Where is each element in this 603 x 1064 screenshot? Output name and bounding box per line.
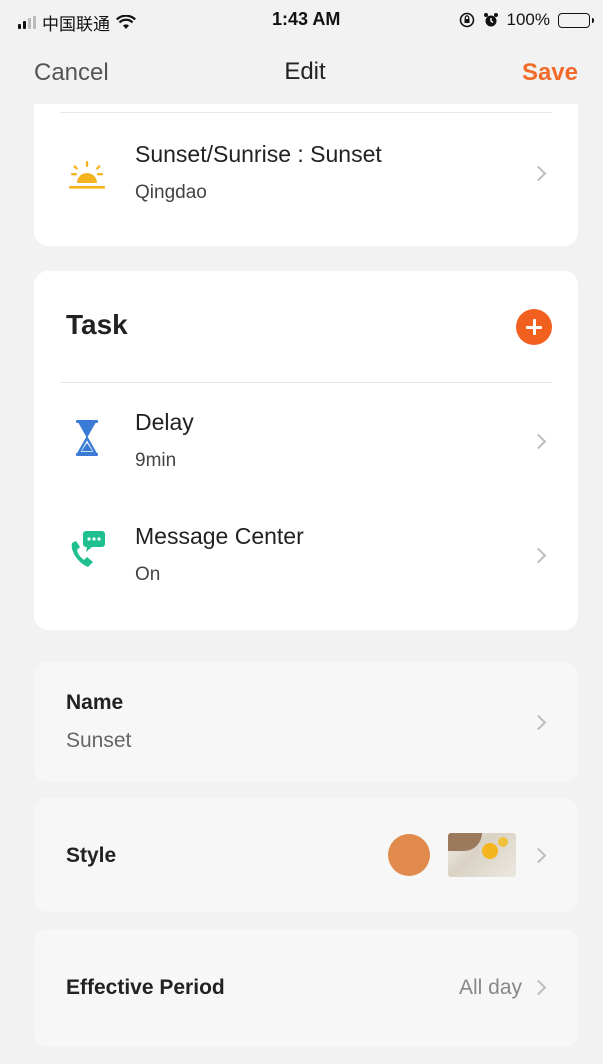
style-color-swatch[interactable] [388, 834, 430, 876]
wifi-icon [116, 15, 136, 29]
battery-percent: 100% [506, 10, 550, 29]
chevron-right-icon [530, 979, 547, 996]
style-card[interactable]: Style [34, 798, 578, 912]
effective-period-label: Effective Period [66, 976, 225, 999]
effective-period-card[interactable]: Effective Period All day [34, 929, 578, 1047]
page-title: Edit [284, 58, 326, 85]
edit-scene-screen: 中国联通 1:43 AM 100% Cancel Edit Save Sunse… [10, 0, 600, 1064]
battery-icon [558, 12, 594, 28]
task-item-delay[interactable]: Delay 9min [34, 389, 578, 501]
chevron-right-icon [530, 847, 547, 864]
hourglass-icon [76, 420, 98, 456]
signal-icon [18, 15, 36, 29]
task-divider [60, 382, 552, 383]
effective-period-value: All day [458, 976, 522, 999]
task-section-title: Task [66, 309, 128, 340]
carrier-name: 中国联通 [42, 15, 110, 34]
alarm-icon [483, 13, 498, 27]
name-label: Name [66, 691, 124, 714]
add-task-button[interactable] [516, 309, 552, 345]
task-item-title: Message Center [135, 523, 304, 549]
style-background-thumbnail[interactable] [448, 833, 516, 877]
status-time: 1:43 AM [272, 9, 341, 29]
sunset-icon [69, 161, 105, 189]
chevron-right-icon [530, 714, 547, 731]
task-item-subtitle: On [135, 564, 161, 585]
task-item-subtitle: 9min [135, 450, 177, 471]
chevron-right-icon [530, 433, 547, 450]
navigation-bar: Cancel Edit Save [10, 44, 600, 104]
condition-title: Sunset/Sunrise : Sunset [135, 141, 382, 167]
status-right: 100% [459, 10, 594, 30]
save-button[interactable]: Save [522, 59, 578, 87]
name-value: Sunset [66, 729, 132, 752]
style-label: Style [66, 844, 117, 867]
rotation-lock-icon [459, 12, 474, 28]
name-card[interactable]: Name Sunset [34, 662, 578, 782]
condition-subtitle: Qingdao [135, 182, 207, 203]
message-center-icon [71, 531, 105, 567]
task-item-message-center[interactable]: Message Center On [34, 503, 578, 615]
chevron-right-icon [530, 547, 547, 564]
status-bar: 中国联通 1:43 AM 100% [10, 0, 600, 44]
status-left: 中国联通 [18, 10, 136, 35]
chevron-right-icon [530, 165, 547, 182]
task-item-title: Delay [135, 409, 194, 435]
task-card: Task Delay 9min Message Center On [34, 271, 578, 630]
condition-row-sunset[interactable]: Sunset/Sunrise : Sunset Qingdao [34, 112, 578, 244]
condition-card: Sunset/Sunrise : Sunset Qingdao [34, 104, 578, 246]
